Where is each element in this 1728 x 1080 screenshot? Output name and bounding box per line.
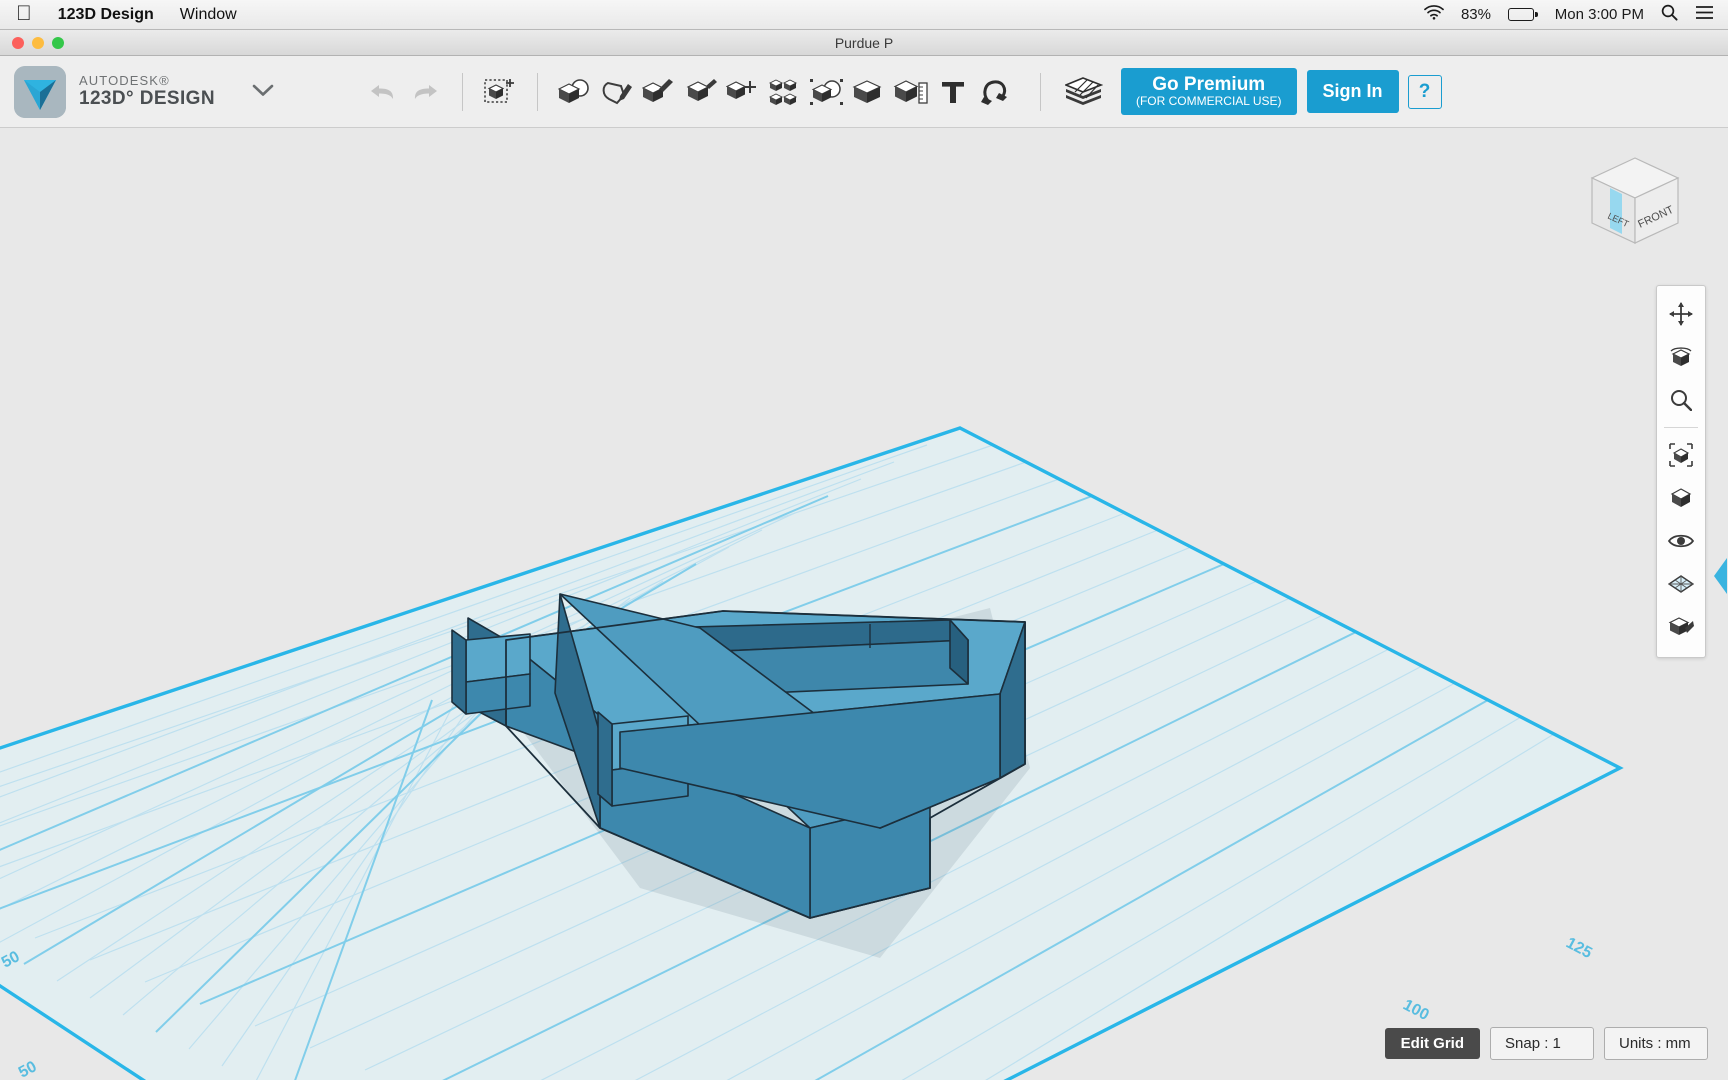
primitives-tool[interactable] — [554, 69, 596, 115]
visibility-icon[interactable] — [1661, 521, 1701, 561]
notification-center-icon[interactable] — [1695, 5, 1714, 25]
display-style-icon[interactable] — [1661, 607, 1701, 647]
grid-label: 100 — [1400, 997, 1432, 1025]
minimize-button[interactable] — [32, 36, 44, 49]
autodesk-123d-logo-icon — [14, 65, 66, 118]
view-cube[interactable]: LEFT FRONT — [1580, 148, 1690, 258]
window-title-bar: Purdue P — [0, 30, 1728, 56]
layers-icon[interactable] — [1057, 69, 1111, 115]
apple-logo-icon[interactable]:  — [16, 3, 32, 24]
zoom-icon[interactable] — [1661, 380, 1701, 420]
grid-label: 125 — [1563, 935, 1595, 963]
chevron-down-icon[interactable] — [252, 81, 274, 103]
wifi-icon[interactable] — [1424, 4, 1444, 25]
help-button[interactable]: ? — [1407, 74, 1442, 109]
pattern-tool[interactable] — [722, 69, 764, 115]
app-toolbar: AUTODESK® 123D° DESIGN Go Premium (FOR C… — [0, 56, 1728, 128]
fit-icon[interactable] — [1661, 435, 1701, 475]
snap-field[interactable]: Snap : 1 — [1490, 1027, 1594, 1060]
units-field[interactable]: Units : mm — [1604, 1027, 1708, 1060]
macos-menu-bar:  123D Design Window 83% Mon 3:00 PM — [0, 0, 1728, 30]
sign-in-button[interactable]: Sign In — [1306, 70, 1399, 113]
transform-select-tool[interactable] — [479, 69, 521, 115]
text-tool[interactable] — [932, 69, 974, 115]
panel-collapse-arrow-icon[interactable] — [1714, 558, 1728, 594]
snap-tool[interactable] — [974, 69, 1016, 115]
measure-tool[interactable] — [890, 69, 932, 115]
construct-tool[interactable] — [638, 69, 680, 115]
orbit-icon[interactable] — [1661, 337, 1701, 377]
pan-icon[interactable] — [1661, 294, 1701, 334]
go-premium-label: Go Premium — [1152, 73, 1266, 95]
nav-divider — [1664, 427, 1698, 428]
window-controls — [12, 36, 64, 49]
grouping-tool[interactable] — [764, 69, 806, 115]
menubar-clock[interactable]: Mon 3:00 PM — [1555, 6, 1644, 23]
brand-block[interactable]: AUTODESK® 123D° DESIGN — [0, 65, 274, 118]
window-title: Purdue P — [834, 34, 894, 51]
grid-icon[interactable] — [1661, 564, 1701, 604]
view-cube-icon[interactable] — [1661, 478, 1701, 518]
close-button[interactable] — [12, 36, 24, 49]
spotlight-search-icon[interactable] — [1661, 4, 1678, 26]
brand-product-label: 123D° DESIGN — [79, 88, 215, 110]
menubar-item-window[interactable]: Window — [180, 6, 237, 24]
combine-tool[interactable] — [806, 69, 848, 115]
undo-icon[interactable] — [362, 69, 404, 115]
battery-icon[interactable] — [1508, 8, 1538, 21]
go-premium-sublabel: (FOR COMMERCIAL USE) — [1135, 93, 1282, 108]
redo-icon[interactable] — [404, 69, 446, 115]
toolbar-divider — [536, 72, 538, 111]
brand-autodesk-label: AUTODESK® — [79, 72, 170, 88]
sketch-tool[interactable] — [596, 69, 638, 115]
view-navigation-panel — [1656, 285, 1706, 658]
grid-label: 50 — [16, 1058, 40, 1080]
battery-percent-label: 83% — [1460, 6, 1491, 23]
go-premium-button[interactable]: Go Premium (FOR COMMERCIAL USE) — [1120, 67, 1297, 116]
zoom-button[interactable] — [52, 36, 64, 49]
edit-grid-button[interactable]: Edit Grid — [1384, 1028, 1480, 1059]
modify-tool[interactable] — [680, 69, 722, 115]
3d-scene: 50 50 50 75 100 125 — [0, 426, 1624, 1080]
toolbar-divider — [1039, 72, 1041, 111]
menubar-app-name[interactable]: 123D Design — [58, 6, 154, 24]
toolbar-divider — [461, 72, 463, 111]
status-bar: Edit Grid Snap : 1 Units : mm — [1384, 1027, 1708, 1060]
materials-tool[interactable] — [848, 69, 890, 115]
3d-viewport[interactable]: 50 50 50 75 100 125 — [0, 128, 1728, 1080]
